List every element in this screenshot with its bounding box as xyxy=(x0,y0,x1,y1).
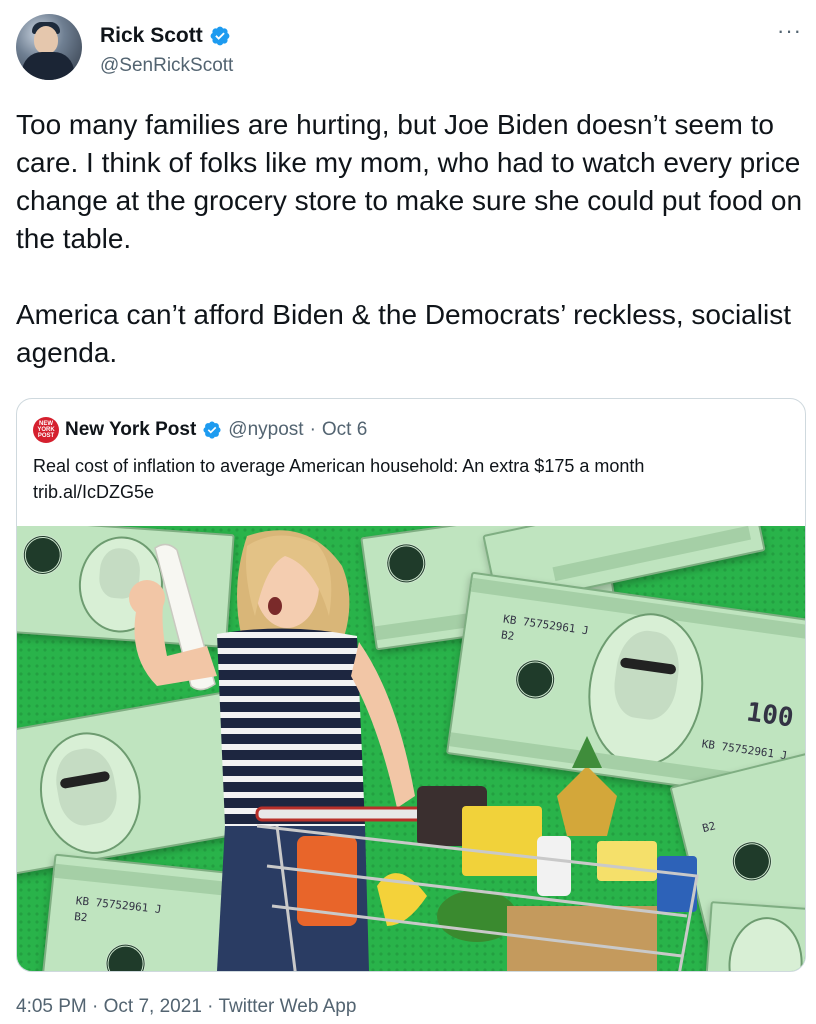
tweet-text: Too many families are hurting, but Joe B… xyxy=(16,109,803,368)
bill-denomination: 100 xyxy=(744,697,796,734)
verified-badge-icon xyxy=(210,26,230,46)
tweet-date[interactable]: Oct 7, 2021 xyxy=(104,996,202,1017)
author-handle[interactable]: @SenRickScott xyxy=(100,55,233,77)
quoted-date[interactable]: Oct 6 xyxy=(322,419,367,441)
author-name-row[interactable]: Rick Scott xyxy=(100,24,231,48)
dollar-bill xyxy=(703,901,805,971)
quoted-tweet[interactable]: NEW YORK POST New York Post @nypost · Oc… xyxy=(16,398,806,972)
tweet-time[interactable]: 4:05 PM xyxy=(16,996,87,1017)
more-options-icon[interactable]: ··· xyxy=(777,18,802,44)
author-name[interactable]: Rick Scott xyxy=(100,24,203,48)
separator: · xyxy=(309,419,316,440)
separator: · xyxy=(92,996,99,1017)
quoted-tweet-header: NEW YORK POST New York Post @nypost · Oc… xyxy=(33,417,367,443)
tweet-header: Rick Scott @SenRickScott ··· xyxy=(16,14,806,86)
bill-code: B2 xyxy=(500,628,516,644)
avatar[interactable] xyxy=(16,14,82,80)
quoted-tweet-text: Real cost of inflation to average Americ… xyxy=(33,456,645,502)
quoted-tweet-image[interactable]: KB 75752961 J B2 KB 75752961 J 100 KB 75… xyxy=(17,526,805,971)
quoted-author-name[interactable]: New York Post xyxy=(65,419,196,441)
verified-badge-icon xyxy=(203,421,221,439)
tweet-timestamp: 4:05 PM · Oct 7, 2021 · Twitter Web App xyxy=(16,996,356,1018)
shopping-cart xyxy=(257,736,699,971)
separator: · xyxy=(207,996,214,1017)
bill-code: B2 xyxy=(73,910,89,925)
nypost-logo[interactable]: NEW YORK POST xyxy=(33,417,59,443)
quoted-author-handle[interactable]: @nypost xyxy=(228,419,303,441)
bill-serial: KB 75752961 J xyxy=(502,612,590,638)
tweet-source[interactable]: Twitter Web App xyxy=(218,996,356,1017)
